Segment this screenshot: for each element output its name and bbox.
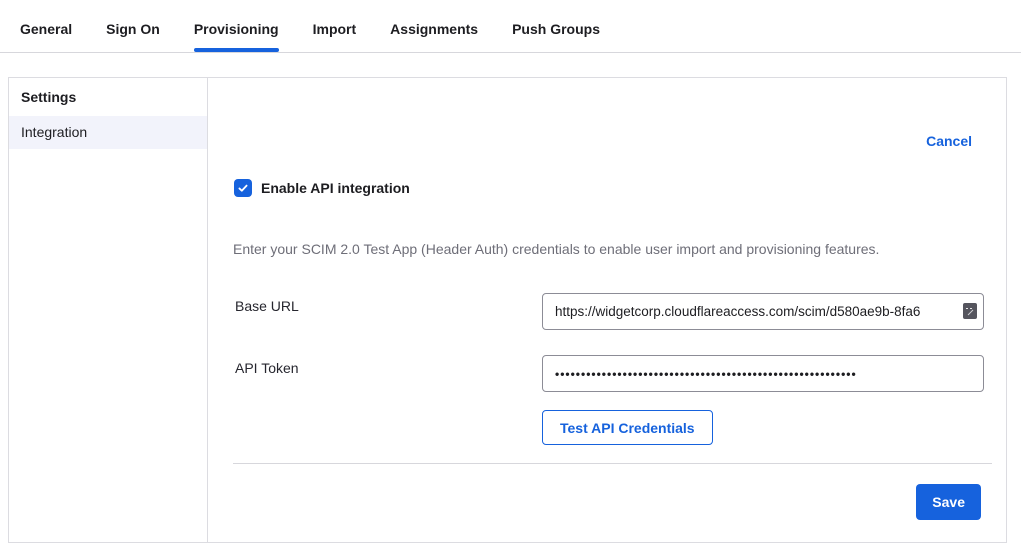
api-token-field-wrap xyxy=(542,355,984,392)
check-icon xyxy=(237,182,249,194)
footer-divider xyxy=(233,463,992,464)
tab-sign-on[interactable]: Sign On xyxy=(106,0,160,52)
app-tab-bar: General Sign On Provisioning Import Assi… xyxy=(0,0,1021,53)
sidebar-header: Settings xyxy=(9,78,207,113)
tab-provisioning[interactable]: Provisioning xyxy=(194,0,279,52)
sidebar-item-integration[interactable]: Integration xyxy=(9,116,207,149)
credentials-description: Enter your SCIM 2.0 Test App (Header Aut… xyxy=(233,241,933,257)
base-url-label: Base URL xyxy=(235,298,299,314)
cancel-button[interactable]: Cancel xyxy=(926,133,972,149)
tab-general[interactable]: General xyxy=(20,0,72,52)
base-url-input[interactable] xyxy=(542,293,984,330)
enable-api-checkbox-label: Enable API integration xyxy=(261,180,410,196)
api-token-label: API Token xyxy=(235,360,299,376)
base-url-field-wrap xyxy=(542,293,984,330)
save-button[interactable]: Save xyxy=(916,484,981,520)
api-token-input[interactable] xyxy=(542,355,984,392)
provisioning-panel: Settings Integration Cancel Enable API i… xyxy=(8,77,1007,543)
tab-import[interactable]: Import xyxy=(313,0,357,52)
test-api-credentials-button[interactable]: Test API Credentials xyxy=(542,410,713,445)
settings-sidebar: Settings Integration xyxy=(9,78,208,542)
tab-assignments[interactable]: Assignments xyxy=(390,0,478,52)
enable-api-checkbox[interactable] xyxy=(234,179,252,197)
tab-push-groups[interactable]: Push Groups xyxy=(512,0,600,52)
enable-api-integration-row: Enable API integration xyxy=(234,179,410,197)
